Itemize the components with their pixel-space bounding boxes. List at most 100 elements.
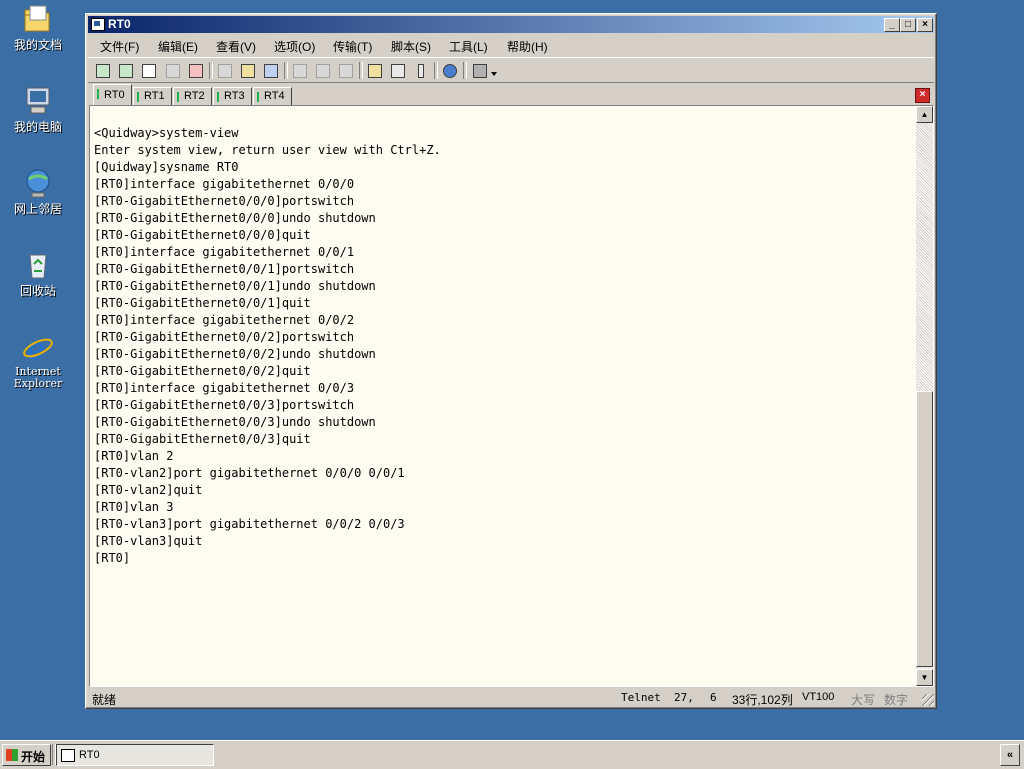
monitor-icon[interactable] — [471, 62, 487, 78]
tab-label: RT1 — [144, 90, 165, 102]
desktop-icon-recycle-bin[interactable]: 回收站 — [4, 249, 72, 299]
find-icon[interactable] — [262, 62, 278, 78]
tab-rt1[interactable]: RT1 — [133, 87, 172, 106]
menu-tools[interactable]: 工具(L) — [449, 38, 488, 55]
menu-transfer[interactable]: 传输(T) — [333, 38, 372, 55]
tab-label: RT2 — [184, 90, 205, 102]
folder-icon — [21, 3, 55, 35]
app-icon — [91, 18, 105, 31]
terminal-line: [RT0-GigabitEthernet0/0/0]portswitch — [94, 194, 355, 208]
status-num: 数字 — [884, 693, 909, 707]
window-title: RT0 — [108, 17, 131, 31]
menu-file[interactable]: 文件(F) — [100, 38, 139, 55]
terminal-line: [RT0-GigabitEthernet0/0/3]undo shutdown — [94, 415, 376, 429]
tab-rt4[interactable]: RT4 — [253, 87, 292, 106]
terminal-window: RT0 _ □ × 文件(F) 编辑(E) 查看(V) 选项(O) 传输(T) … — [85, 13, 937, 709]
recycle-bin-icon — [21, 249, 55, 281]
desktop-icon-label: 回收站 — [19, 284, 56, 298]
terminal-output[interactable]: <Quidway>system-view Enter system view, r… — [94, 125, 913, 686]
reconnect-icon[interactable] — [164, 62, 180, 78]
terminal-line: [RT0-vlan3]quit — [94, 534, 203, 548]
desktop-icon-network[interactable]: 网上邻居 — [4, 167, 72, 217]
desktop-icon-label: 我的文档 — [13, 38, 62, 52]
terminal-line: [Quidway]sysname RT0 — [94, 160, 239, 174]
close-tab-icon[interactable]: × — [915, 88, 930, 103]
session-tabs: RT0 RT1 RT2 RT3 RT4 × — [88, 84, 934, 106]
terminal-line: [RT0-GigabitEthernet0/0/3]quit — [94, 432, 311, 446]
toolbar — [88, 57, 934, 83]
chevron-down-icon[interactable] — [490, 68, 498, 84]
tab-rt2[interactable]: RT2 — [173, 87, 212, 106]
desktop-icon-my-documents[interactable]: 我的文档 — [4, 3, 72, 53]
status-row: 27, — [674, 691, 694, 704]
tab-label: RT4 — [264, 90, 285, 102]
terminal-line: [RT0-GigabitEthernet0/0/3]portswitch — [94, 398, 355, 412]
terminal-line: [RT0] — [94, 551, 131, 565]
settings-icon[interactable] — [389, 62, 405, 78]
scroll-thumb[interactable] — [916, 391, 933, 667]
terminal-line: [RT0-GigabitEthernet0/0/2]undo shutdown — [94, 347, 376, 361]
status-bar: 就绪 Telnet 27, 6 33行,102列 VT100 大写 数字 — [88, 688, 934, 707]
terminal-line: [RT0]vlan 3 — [94, 500, 174, 514]
terminal-line: [RT0-GigabitEthernet0/0/1]undo shutdown — [94, 279, 376, 293]
status-col: 6 — [710, 691, 717, 704]
svg-text:e: e — [27, 332, 45, 363]
paste-icon[interactable] — [239, 62, 255, 78]
key-icon[interactable] — [412, 62, 428, 78]
terminal-line: [RT0-GigabitEthernet0/0/0]quit — [94, 228, 311, 242]
tray-expand-button[interactable]: « — [1000, 744, 1020, 766]
status-protocol: Telnet — [621, 691, 661, 704]
copy-icon[interactable] — [216, 62, 232, 78]
close-button[interactable]: × — [917, 18, 933, 32]
menu-view[interactable]: 查看(V) — [216, 38, 256, 55]
desktop-icon-internet-explorer[interactable]: e Internet Explorer — [4, 331, 72, 390]
terminal-line: [RT0-vlan3]port gigabitethernet 0/0/2 0/… — [94, 517, 405, 531]
status-ready: 就绪 — [92, 693, 117, 707]
tab-rt0[interactable]: RT0 — [93, 84, 132, 105]
minimize-button[interactable]: _ — [884, 18, 900, 32]
terminal-area[interactable]: <Quidway>system-view Enter system view, r… — [89, 105, 934, 687]
ie-icon: e — [21, 331, 55, 367]
terminal-line: [RT0]interface gigabitethernet 0/0/0 — [94, 177, 355, 191]
print-icon[interactable] — [337, 62, 353, 78]
tab-label: RT0 — [104, 89, 125, 101]
terminal-line: [RT0]vlan 2 — [94, 449, 174, 463]
taskbar-item-rt0[interactable]: RT0 — [56, 744, 214, 766]
title-bar[interactable]: RT0 _ □ × — [88, 16, 934, 33]
connect-icon[interactable] — [94, 62, 110, 78]
status-size: 33行,102列 — [732, 693, 793, 707]
terminal-line: [RT0]interface gigabitethernet 0/0/2 — [94, 313, 355, 327]
properties-icon[interactable] — [366, 62, 382, 78]
scroll-down-icon[interactable]: ▼ — [916, 669, 933, 686]
send-icon[interactable] — [291, 62, 307, 78]
menu-help[interactable]: 帮助(H) — [507, 38, 548, 55]
tab-label: RT3 — [224, 90, 245, 102]
terminal-line: <Quidway>system-view — [94, 126, 239, 140]
terminal-line: [RT0-GigabitEthernet0/0/1]portswitch — [94, 262, 355, 276]
status-emulation: VT100 — [802, 691, 835, 703]
taskbar-item-label: RT0 — [79, 749, 100, 761]
tab-rt3[interactable]: RT3 — [213, 87, 252, 106]
terminal-line: [RT0-GigabitEthernet0/0/2]portswitch — [94, 330, 355, 344]
start-label: 开始 — [21, 750, 46, 764]
quick-connect-icon[interactable] — [117, 62, 133, 78]
menu-bar: 文件(F) 编辑(E) 查看(V) 选项(O) 传输(T) 脚本(S) 工具(L… — [88, 35, 934, 55]
terminal-line: [RT0-vlan2]port gigabitethernet 0/0/0 0/… — [94, 466, 405, 480]
menu-options[interactable]: 选项(O) — [274, 38, 315, 55]
receive-icon[interactable] — [314, 62, 330, 78]
app-icon — [61, 749, 75, 762]
terminal-line: [RT0]interface gigabitethernet 0/0/3 — [94, 381, 355, 395]
resize-grip[interactable] — [922, 694, 934, 706]
desktop-icon-my-computer[interactable]: 我的电脑 — [4, 85, 72, 135]
taskbar: 开始 RT0 « — [0, 740, 1024, 769]
help-icon[interactable] — [441, 62, 457, 78]
disconnect-icon[interactable] — [187, 62, 203, 78]
start-button[interactable]: 开始 — [2, 744, 51, 766]
maximize-button[interactable]: □ — [900, 18, 916, 32]
scroll-up-icon[interactable]: ▲ — [916, 106, 933, 123]
terminal-line: [RT0-GigabitEthernet0/0/2]quit — [94, 364, 311, 378]
session-icon[interactable] — [140, 62, 156, 78]
menu-edit[interactable]: 编辑(E) — [158, 38, 198, 55]
menu-script[interactable]: 脚本(S) — [391, 38, 431, 55]
vertical-scrollbar[interactable]: ▲ ▼ — [916, 106, 933, 686]
